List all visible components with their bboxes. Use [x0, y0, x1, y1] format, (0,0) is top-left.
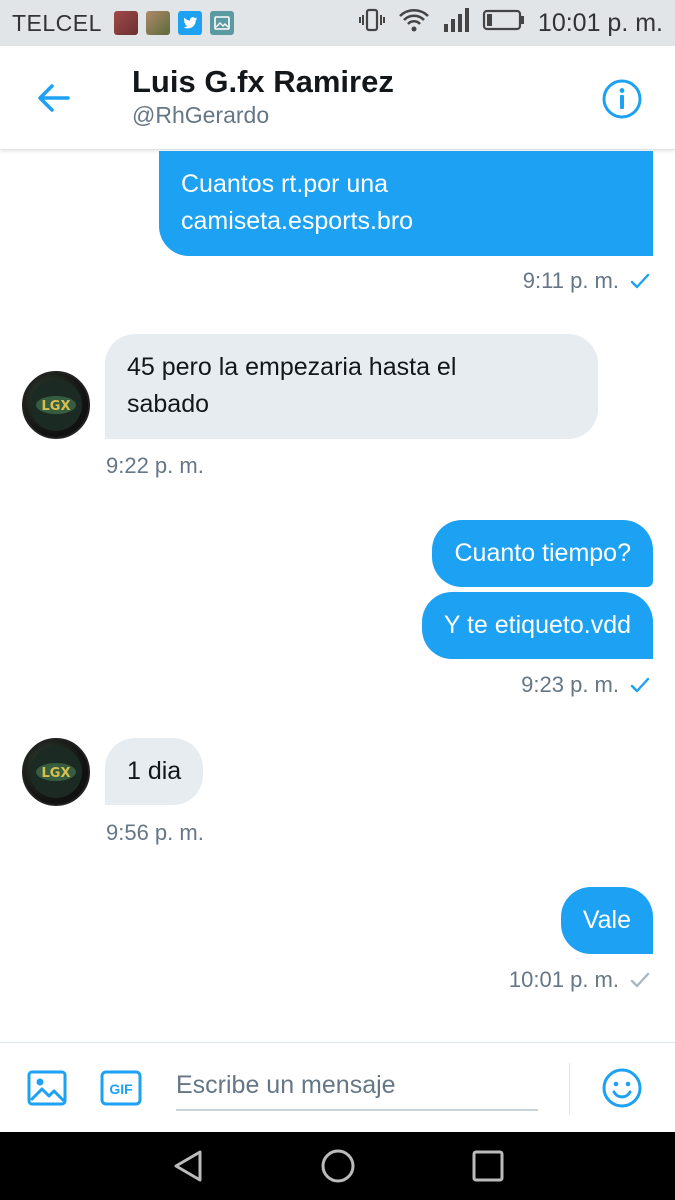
emoji-button[interactable]: [601, 1067, 643, 1109]
read-check-icon: [630, 677, 650, 693]
signal-icon: [442, 6, 470, 41]
message-text: Vale: [582, 906, 631, 934]
nav-recents-button[interactable]: [468, 1146, 508, 1186]
message-bubble-received[interactable]: 45 pero la empezaria hasta el sabado: [105, 334, 598, 439]
back-button[interactable]: [32, 76, 76, 120]
conversation-title[interactable]: Luis G.fx Ramirez: [132, 64, 394, 100]
message-bubble-sent[interactable]: Cuanto tiempo?: [432, 520, 653, 587]
info-button[interactable]: [601, 78, 643, 120]
message-text: 45 pero la empezaria hasta el: [127, 353, 457, 381]
battery-icon: [482, 7, 526, 40]
square-recents-icon: [472, 1150, 504, 1182]
nav-home-button[interactable]: [318, 1146, 358, 1186]
message-timestamp: 10:01 p. m.: [509, 967, 651, 993]
avatar[interactable]: LGX: [22, 371, 90, 439]
conversation-handle: @RhGerardo: [132, 102, 270, 128]
gif-button[interactable]: GIF: [100, 1067, 142, 1109]
message-text: Cuanto tiempo?: [454, 539, 631, 567]
add-photo-button[interactable]: [26, 1067, 68, 1109]
sent-check-icon: [630, 972, 650, 988]
emoji-icon: [602, 1068, 642, 1108]
wifi-icon: [398, 6, 430, 41]
status-bar: TELCEL 10:01 p. m.: [0, 0, 675, 46]
message-text: camiseta.esports.bro: [181, 207, 414, 235]
message-timestamp: 9:23 p. m.: [521, 672, 651, 698]
message-timestamp: 9:22 p. m.: [106, 453, 204, 478]
message-text: sabado: [127, 390, 210, 418]
avatar-logo-mark: LGX: [42, 399, 71, 414]
avatar-logo-mark: LGX: [42, 766, 71, 781]
info-icon: [602, 79, 642, 119]
system-navigation-bar: [0, 1132, 675, 1200]
message-timestamp: 9:56 p. m.: [106, 820, 204, 845]
gif-icon: GIF: [100, 1070, 142, 1106]
message-input[interactable]: [176, 1061, 538, 1111]
avatar-logo-icon: LGX: [30, 746, 82, 798]
composer-divider: [569, 1063, 570, 1115]
svg-text:GIF: GIF: [109, 1081, 133, 1097]
photo-notification-icon: [145, 11, 170, 35]
circle-home-icon: [321, 1149, 355, 1183]
message-bubble-received[interactable]: 1 dia: [105, 738, 204, 805]
gallery-icon: [209, 11, 234, 35]
message-text: Cuantos rt.por una: [181, 170, 389, 198]
vibrate-icon: [358, 6, 386, 41]
carrier-label: TELCEL: [12, 9, 102, 36]
status-time: 10:01 p. m.: [537, 8, 663, 37]
message-text: 1 dia: [127, 757, 182, 785]
photo-notification-icon: [113, 11, 138, 35]
back-arrow-icon: [38, 84, 70, 112]
read-check-icon: [630, 273, 650, 289]
twitter-bird-icon: [177, 11, 202, 35]
message-bubble-sent[interactable]: Cuantos rt.por una camiseta.esports.bro: [159, 151, 653, 256]
conversation-header: Luis G.fx Ramirez @RhGerardo: [0, 46, 675, 150]
message-bubble-sent[interactable]: Y te etiqueto.vdd: [421, 592, 653, 659]
triangle-back-icon: [174, 1150, 202, 1182]
message-bubble-sent[interactable]: Vale: [560, 887, 653, 954]
image-icon: [27, 1070, 67, 1106]
message-composer: GIF: [0, 1042, 675, 1132]
avatar-logo-icon: LGX: [30, 379, 82, 431]
avatar[interactable]: LGX: [22, 738, 90, 806]
message-text: Y te etiqueto.vdd: [443, 611, 631, 639]
message-timestamp: 9:11 p. m.: [523, 268, 651, 294]
nav-back-button[interactable]: [168, 1146, 208, 1186]
